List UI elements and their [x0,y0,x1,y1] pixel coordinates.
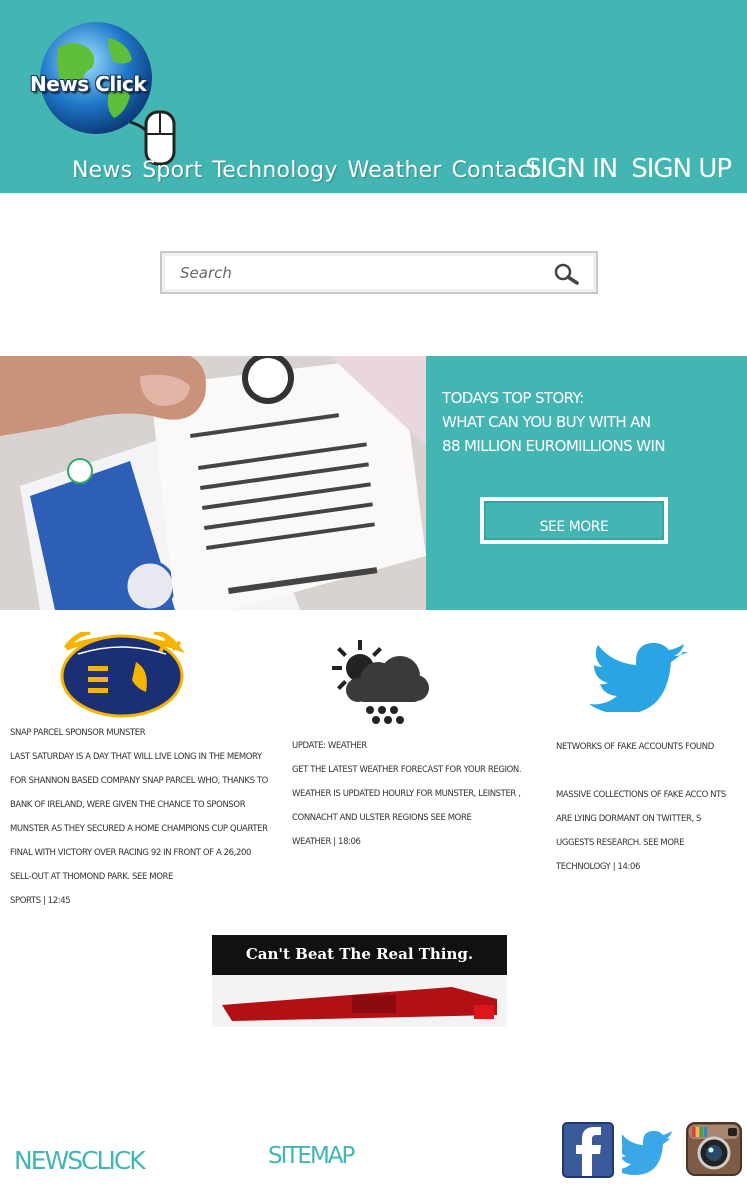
search-input[interactable] [180,261,540,285]
article-meta: weather | 18:06 [292,837,361,847]
weather-cloud-icon[interactable] [330,638,430,724]
tech-article[interactable]: Networks of fake accounts found Massive … [556,735,736,879]
article-meta: sports | 12:45 [10,896,71,906]
nav-weather[interactable]: Weather [348,158,442,183]
article-body: Massive collections of fake acco nts are… [556,790,726,848]
search-box [160,251,598,294]
nav-technology[interactable]: Technology [212,158,337,183]
search-icon[interactable] [552,262,580,286]
top-story-headline[interactable]: Todays top story: What can you buy with … [442,386,742,458]
see-more-label: See more [539,519,609,535]
munster-rugby-logo[interactable] [58,632,186,718]
site-logo[interactable]: News Click [18,18,183,168]
article-title: Update: Weather [292,741,367,751]
sitemap-link[interactable]: Sitemap [268,1143,355,1169]
article-title: Snap Parcel sponsor Munster [10,728,146,738]
top-story-banner: Todays top story: What can you buy with … [0,356,747,610]
logo-text: News Click [30,72,147,96]
article-body: Last Saturday is a day that will live lo… [10,752,268,882]
facebook-icon[interactable] [562,1122,614,1178]
see-more-button[interactable]: See more [480,497,668,544]
site-header: News Click News Sport Technology Weather… [0,0,747,193]
lottery-ticket-icon [0,356,426,610]
nav-sport[interactable]: Sport [142,158,202,183]
article-body: Get the latest weather forecast for your… [292,765,522,823]
instagram-icon[interactable] [686,1122,742,1176]
sport-article[interactable]: Snap Parcel sponsor Munster Last Saturda… [10,721,272,913]
footer-brand: NewsClick [14,1146,146,1175]
weather-article[interactable]: Update: Weather Get the latest weather f… [292,734,528,854]
article-title: Networks of fake accounts found [556,742,714,752]
top-story-title-line2: 88 million Euromillions win [442,437,666,455]
coca-cola-bottle-icon [212,975,507,1027]
advertisement-banner[interactable]: Can't Beat The Real Thing. [212,935,507,1027]
lottery-ticket-image[interactable] [0,356,426,610]
article-meta: technology | 14:06 [556,862,640,872]
top-story-label: Todays top story: [442,389,584,407]
twitter-icon[interactable] [622,1128,678,1178]
auth-links: SIGN IN SIGN UP [525,154,732,184]
twitter-bird-icon[interactable] [590,642,694,712]
sign-in-link[interactable]: SIGN IN [525,154,618,184]
top-story-title-line1: What can you buy with an [442,413,651,431]
nav-news[interactable]: News [72,158,132,183]
main-nav: News Sport Technology Weather Contact [72,158,539,183]
sign-up-link[interactable]: SIGN UP [631,154,732,184]
